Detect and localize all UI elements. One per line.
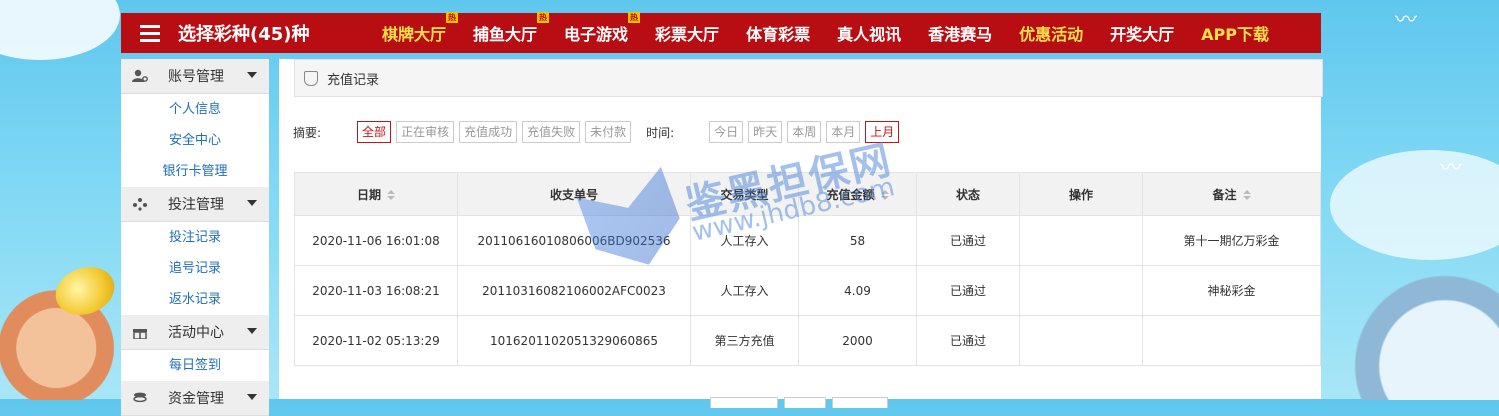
cell-type: 第三方充值 [690, 315, 799, 366]
cell-amount: 4.09 [798, 265, 917, 316]
cell-amount: 58 [798, 215, 917, 266]
shark-illustration [1319, 230, 1499, 400]
sidebar-item-rebate-records[interactable]: 返水记录 [121, 284, 269, 315]
sort-icon[interactable] [1242, 190, 1251, 200]
cell-actions [1019, 215, 1143, 266]
filter-status-failed[interactable]: 充值失败 [522, 121, 581, 143]
lottery-selector[interactable]: 选择彩种(45)种 [178, 20, 310, 46]
nav-live-video[interactable]: 真人视讯 [837, 21, 901, 45]
chevron-down-icon [247, 394, 257, 400]
user-gear-icon [132, 69, 148, 83]
nav-fishing-hall[interactable]: 捕鱼大厅热 [473, 12, 550, 45]
filter-status-success[interactable]: 充值成功 [459, 121, 518, 143]
main-content: 充值记录 摘要: 全部 正在审核 充值成功 充值失败 未付款 时间: 今日 昨天… [279, 59, 1323, 408]
hot-badge: 热 [537, 12, 550, 23]
sidebar-item-personal-info[interactable]: 个人信息 [121, 94, 269, 125]
table-row: 2020-11-03 16:08:21 20110316082106002AFC… [294, 265, 1321, 316]
top-navigation-bar: 选择彩种(45)种 棋牌大厅热 捕鱼大厅热 电子游戏热 彩票大厅 体育彩票 真人… [121, 12, 1321, 53]
coins-icon [132, 391, 148, 405]
table-row: 2020-11-06 16:01:08 20110616010806006BD9… [294, 215, 1321, 266]
chevron-down-icon [247, 200, 257, 206]
cell-order-no: 20110316082106002AFC0023 [457, 265, 691, 316]
cell-remark: 神秘彩金 [1142, 265, 1321, 316]
hot-badge: 热 [628, 12, 641, 23]
breadcrumb: 充值记录 [294, 59, 1323, 97]
sidebar-group-label: 账号管理 [168, 69, 224, 85]
filter-time-today[interactable]: 今日 [709, 121, 744, 143]
nav-promotions[interactable]: 优惠活动 [1019, 21, 1083, 45]
cell-date: 2020-11-02 05:13:29 [294, 315, 458, 366]
cell-date: 2020-11-03 16:08:21 [294, 265, 458, 316]
column-header-date[interactable]: 日期 [294, 172, 458, 216]
time-filter-label: 时间: [646, 125, 675, 140]
nav-electronic-games[interactable]: 电子游戏热 [564, 12, 641, 45]
cell-actions [1019, 265, 1143, 316]
summary-filter-label: 摘要: [293, 125, 322, 140]
cell-amount: 2000 [798, 315, 917, 366]
sidebar-item-bank-cards[interactable]: 银行卡管理 [121, 156, 269, 187]
filter-status-reviewing[interactable]: 正在审核 [396, 121, 455, 143]
sidebar-item-bet-records[interactable]: 投注记录 [121, 222, 269, 253]
sidebar-item-daily-checkin[interactable]: 每日签到 [121, 350, 269, 381]
main-nav: 棋牌大厅热 捕鱼大厅热 电子游戏热 彩票大厅 体育彩票 真人视讯 香港赛马 优惠… [382, 12, 1296, 53]
nav-lottery-hall[interactable]: 彩票大厅 [655, 21, 719, 45]
cell-remark [1142, 315, 1321, 366]
page-title: 充值记录 [327, 72, 380, 88]
sidebar-group-activity[interactable]: 活动中心 [121, 315, 269, 350]
column-header-status: 状态 [916, 172, 1020, 216]
filter-time-yesterday[interactable]: 昨天 [748, 121, 783, 143]
cell-date: 2020-11-06 16:01:08 [294, 215, 458, 266]
column-header-remark[interactable]: 备注 [1142, 172, 1321, 216]
nav-draw-hall[interactable]: 开奖大厅 [1110, 21, 1174, 45]
cell-remark: 第十一期亿万彩金 [1142, 215, 1321, 266]
cloud-decoration [0, 0, 120, 60]
sidebar-group-betting[interactable]: 投注管理 [121, 187, 269, 222]
sidebar-group-label: 活动中心 [168, 325, 224, 341]
filter-status-unpaid[interactable]: 未付款 [585, 121, 632, 143]
gift-icon [132, 325, 148, 340]
sidebar-group-label: 资金管理 [168, 391, 224, 407]
bird-icon: 〰 [1440, 156, 1463, 181]
filter-bar: 摘要: 全部 正在审核 充值成功 充值失败 未付款 时间: 今日 昨天 本周 本… [293, 121, 904, 143]
dots-icon [132, 197, 148, 211]
cell-status: 已通过 [916, 315, 1020, 366]
filter-status-all[interactable]: 全部 [357, 121, 392, 143]
menu-icon[interactable] [140, 25, 162, 42]
bird-icon: 〰 [1395, 8, 1418, 33]
nav-chess-hall[interactable]: 棋牌大厅热 [382, 12, 459, 45]
sidebar-group-label: 投注管理 [168, 197, 224, 213]
nav-app-download[interactable]: APP下载 [1201, 21, 1269, 45]
sidebar-group-account[interactable]: 账号管理 [121, 59, 269, 94]
shield-icon [304, 70, 318, 86]
column-header-actions: 操作 [1019, 172, 1143, 216]
cell-actions [1019, 315, 1143, 366]
chevron-down-icon [247, 328, 257, 334]
nav-hk-horse-racing[interactable]: 香港赛马 [928, 21, 992, 45]
sidebar-item-security-center[interactable]: 安全中心 [121, 125, 269, 156]
cell-status: 已通过 [916, 215, 1020, 266]
table-row: 2020-11-02 05:13:29 10162011020513290608… [294, 315, 1321, 366]
sidebar-item-chase-records[interactable]: 追号记录 [121, 253, 269, 284]
sort-icon[interactable] [387, 190, 395, 200]
sidebar: 账号管理 个人信息 安全中心 银行卡管理 投注管理 投注记录 追号记录 返水记录… [121, 59, 269, 416]
nav-sports-lottery[interactable]: 体育彩票 [746, 21, 810, 45]
cell-type: 人工存入 [690, 265, 799, 316]
cell-order-no: 1016201102051329060865 [457, 315, 691, 366]
hot-badge: 热 [446, 12, 459, 23]
cell-status: 已通过 [916, 265, 1020, 316]
filter-time-this-week[interactable]: 本周 [787, 121, 822, 143]
chevron-down-icon [247, 72, 257, 78]
